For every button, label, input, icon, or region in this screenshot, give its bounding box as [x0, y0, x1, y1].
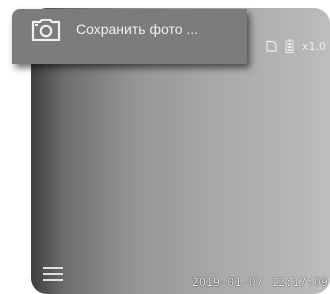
save-photo-label: Сохранить фото ...: [76, 21, 199, 37]
save-photo-toast[interactable]: Сохранить фото ...: [12, 9, 247, 64]
hamburger-menu-icon: [43, 267, 63, 281]
date-label: 2019-01-07: [191, 275, 263, 289]
time-label: 12:17:09: [271, 275, 328, 289]
datetime-stamp: 2019-01-07 12:17:09: [192, 275, 328, 289]
sd-card-icon: [266, 40, 277, 52]
status-bar: x1.0: [266, 39, 326, 53]
camera-icon: [31, 19, 61, 41]
zoom-level: x1.0: [301, 39, 326, 53]
menu-button[interactable]: [43, 266, 63, 282]
battery-icon: [285, 39, 294, 53]
